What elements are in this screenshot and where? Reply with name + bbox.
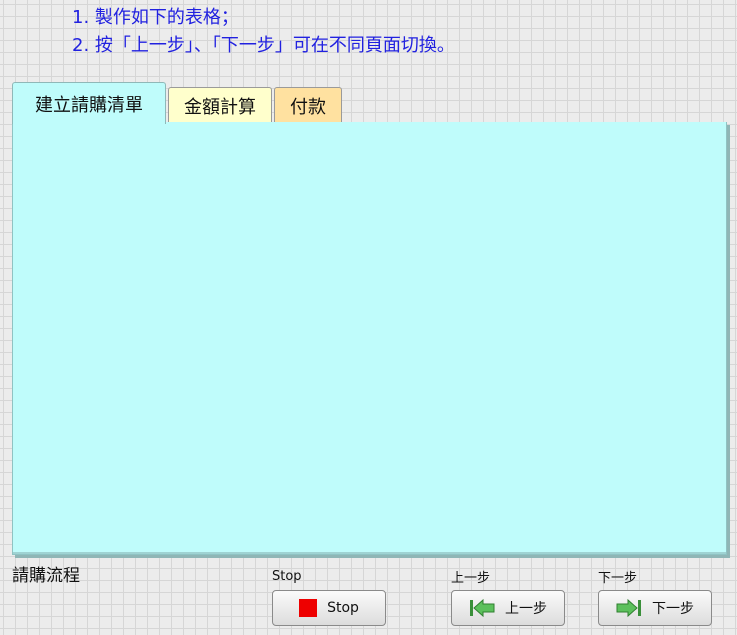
stop-button-label: Stop [327,600,359,616]
prev-step-label: 上一步 [505,601,547,617]
tab-control-label: 請購流程 [12,566,80,586]
next-step-button[interactable]: 下一步 [598,590,712,626]
arrow-right-icon [616,598,642,618]
stop-caption: Stop [272,569,302,584]
instructions: 1. 製作如下的表格； 2. 按「上一步」、「下一步」可在不同頁面切換。 [72,4,455,60]
instruction-line-1: 1. 製作如下的表格； [72,7,239,28]
tab-page-panel [12,122,727,555]
instruction-line-2: 2. 按「上一步」、「下一步」可在不同頁面切換。 [72,35,455,56]
arrow-left-icon [469,598,495,618]
stop-button[interactable]: Stop [272,590,386,626]
next-step-label: 下一步 [652,601,694,617]
prev-caption: 上一步 [451,571,491,586]
tab-create-purchase-list[interactable]: 建立請購清單 [12,82,166,124]
prev-step-button[interactable]: 上一步 [451,590,565,626]
stop-square-icon [299,599,318,617]
next-caption: 下一步 [598,571,638,586]
tab-payment[interactable]: 付款 [274,87,342,123]
tab-amount-calculation[interactable]: 金額計算 [168,87,272,123]
